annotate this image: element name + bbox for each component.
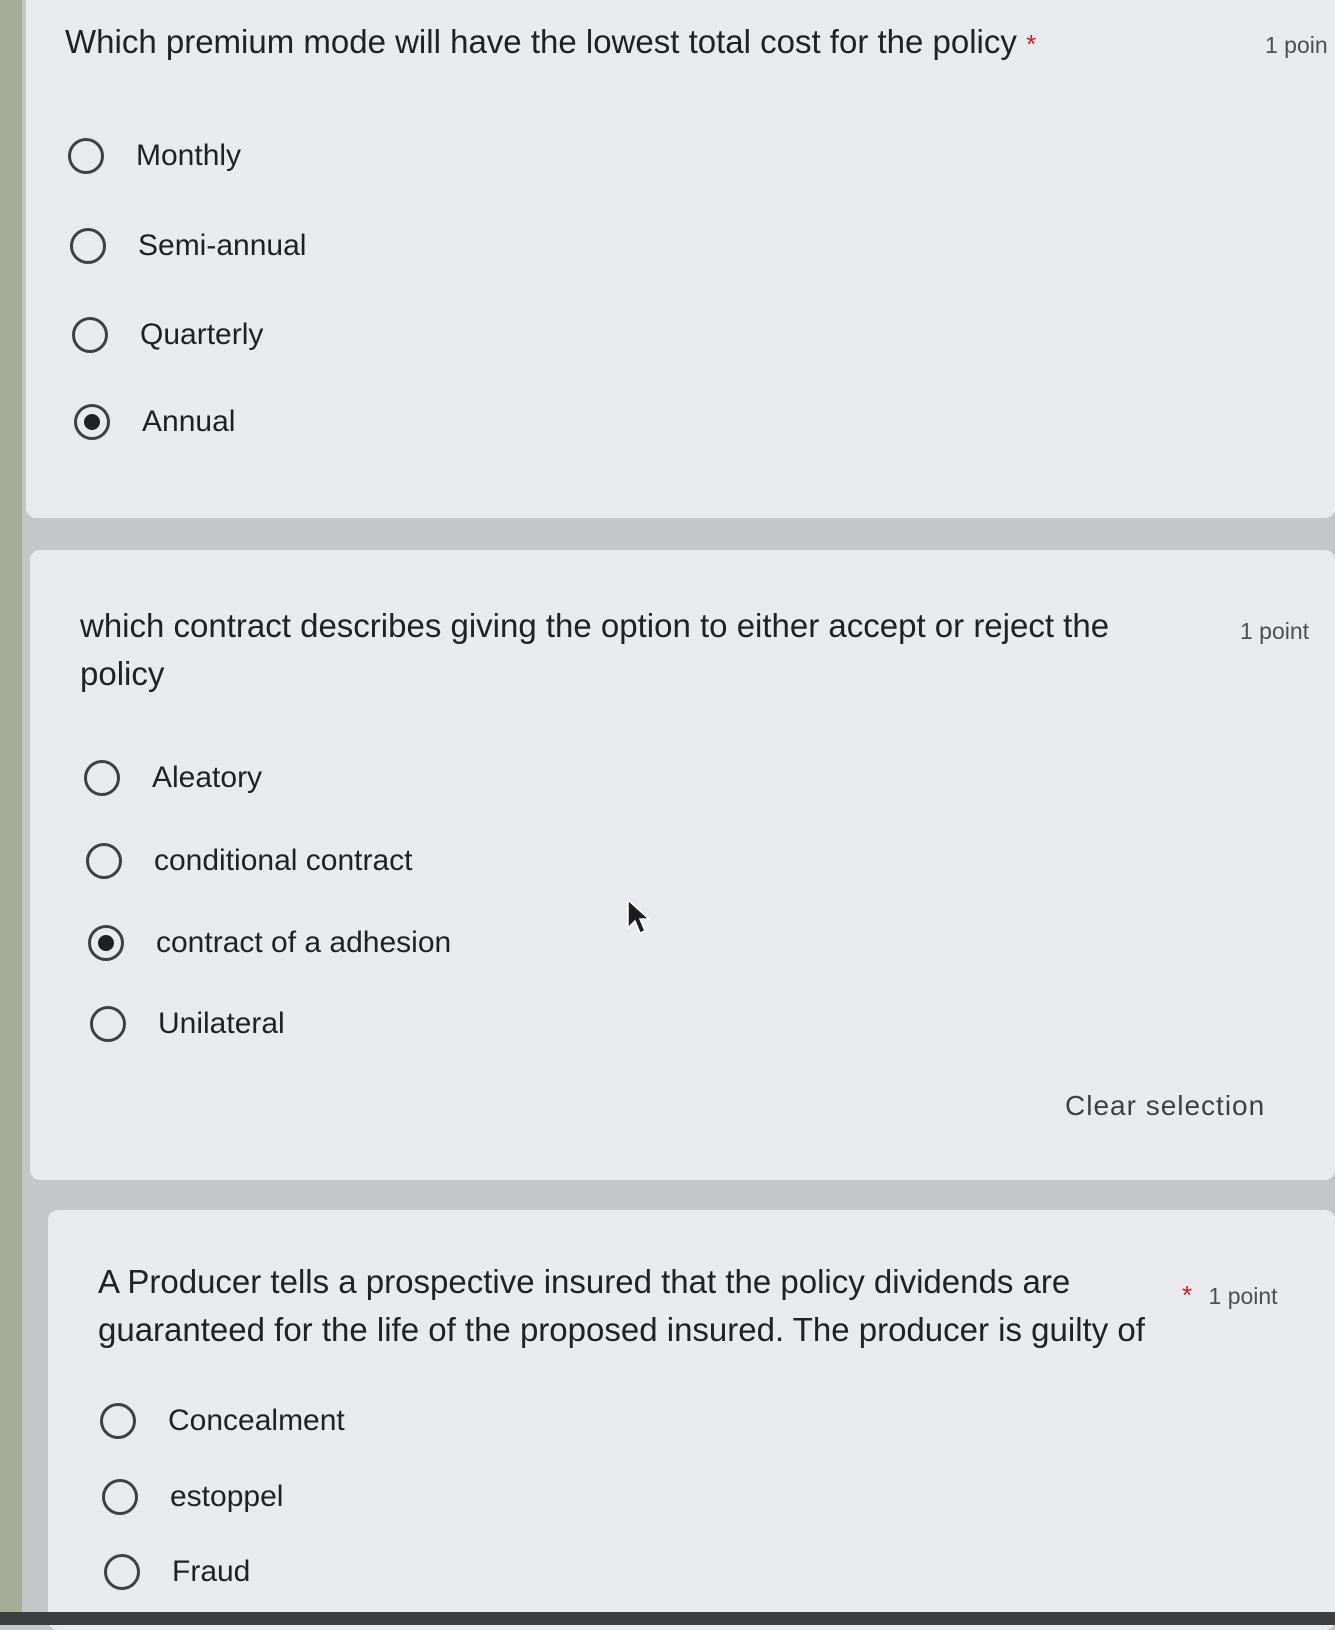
radio-button[interactable] [84, 760, 120, 796]
option-semi-annual[interactable]: Semi-annual [70, 228, 306, 264]
option-quarterly[interactable]: Quarterly [72, 317, 263, 353]
option-label: Unilateral [158, 1007, 285, 1040]
option-label: Semi-annual [138, 229, 307, 262]
option-label: Aleatory [152, 761, 263, 794]
option-label: conditional contract [154, 844, 413, 877]
option-aleatory[interactable]: Aleatory [84, 760, 262, 796]
radio-button[interactable] [86, 843, 122, 879]
option-label: Annual [142, 405, 236, 438]
option-conditional-contract[interactable]: conditional contract [86, 843, 413, 879]
option-label: Concealment [168, 1404, 345, 1437]
radio-button[interactable] [72, 317, 108, 353]
option-label: Quarterly [140, 318, 264, 351]
question-points: 1 poin [1265, 32, 1328, 58]
question-title: which contract describes giving the opti… [80, 607, 1110, 692]
option-monthly[interactable]: Monthly [68, 138, 241, 174]
option-label: estoppel [170, 1480, 284, 1513]
radio-button[interactable] [68, 138, 104, 174]
background-edge [0, 0, 22, 1625]
required-asterisk: * [1026, 29, 1037, 59]
option-estoppel[interactable]: estoppel [102, 1479, 283, 1515]
option-label: contract of a adhesion [156, 926, 452, 959]
question-points: * 1 point [1182, 1280, 1278, 1310]
question-title: A Producer tells a prospective insured t… [98, 1263, 1145, 1348]
option-concealment[interactable]: Concealment [100, 1403, 345, 1439]
clear-selection-button[interactable]: Clear selection [1065, 1090, 1265, 1122]
question-points: 1 point [1240, 618, 1310, 644]
option-fraud[interactable]: Fraud [104, 1554, 250, 1590]
mouse-pointer-icon [627, 898, 651, 934]
screen-bottom-edge [0, 1612, 1335, 1625]
option-label: Monthly [136, 139, 242, 172]
option-unilateral[interactable]: Unilateral [90, 1006, 285, 1042]
option-contract-of-adhesion[interactable]: contract of a adhesion [88, 925, 451, 961]
question-title: Which premium mode will have the lowest … [65, 23, 1037, 60]
radio-button-selected[interactable] [88, 925, 124, 961]
radio-button[interactable] [102, 1479, 138, 1515]
option-label: Fraud [172, 1555, 251, 1588]
radio-button[interactable] [70, 228, 106, 264]
radio-button[interactable] [104, 1554, 140, 1590]
radio-button[interactable] [90, 1006, 126, 1042]
option-annual[interactable]: Annual [74, 404, 235, 440]
required-asterisk: * [1182, 1280, 1193, 1310]
radio-button-selected[interactable] [74, 404, 110, 440]
radio-button[interactable] [100, 1403, 136, 1439]
